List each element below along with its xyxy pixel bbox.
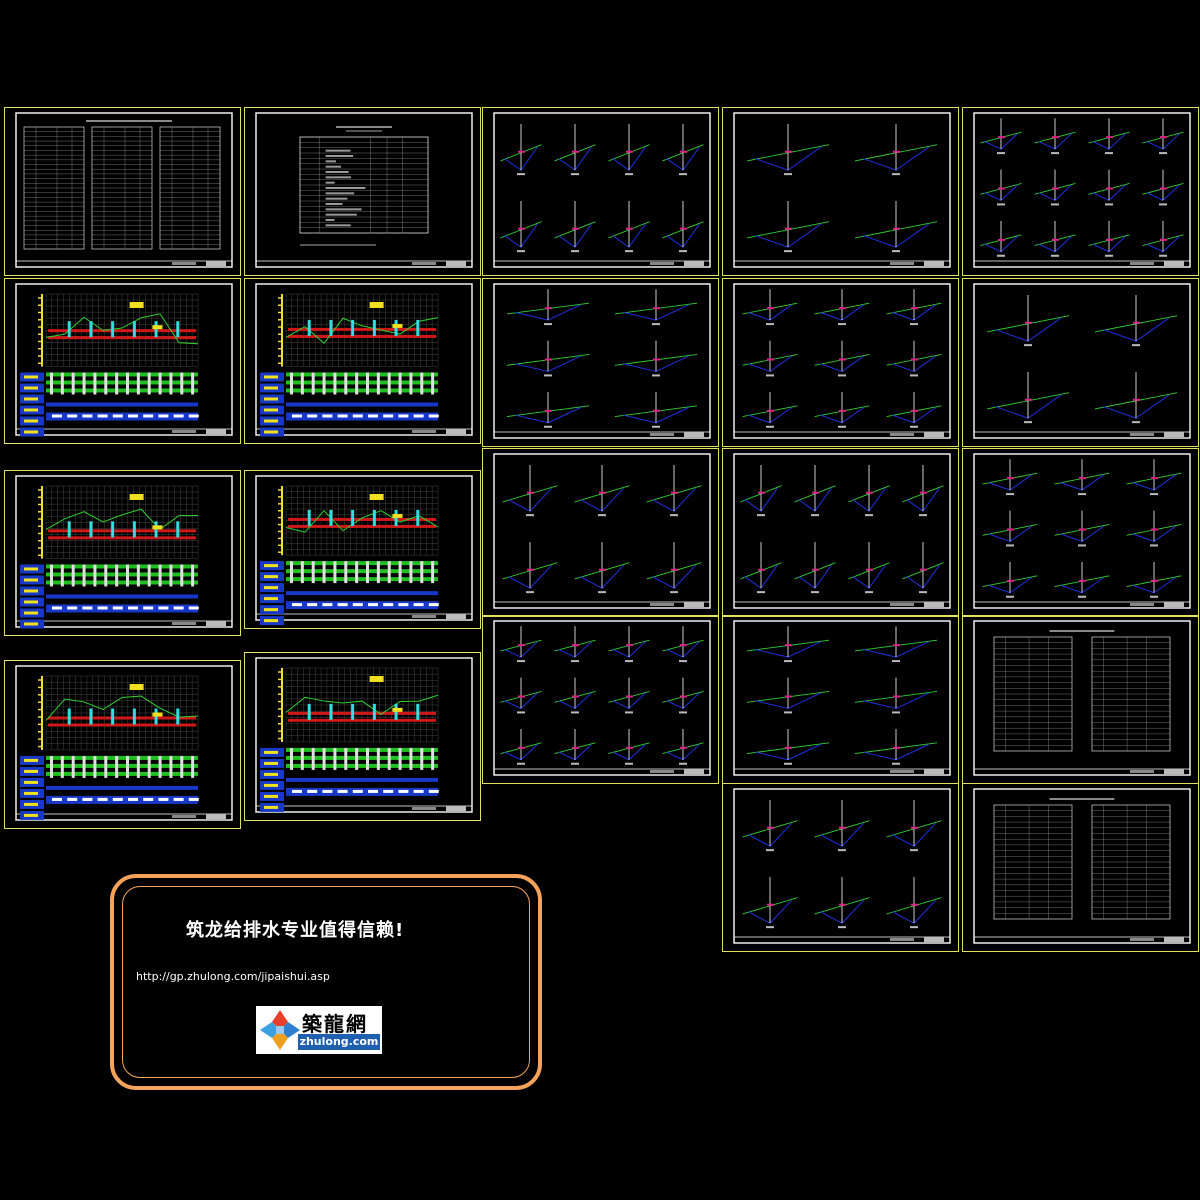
sheet-summary-20 [962, 615, 1199, 784]
sheet-section-17 [962, 107, 1199, 276]
sheet-profile-7 [244, 652, 481, 821]
sheet-profile-4 [4, 470, 241, 636]
sheet-section-11 [482, 615, 719, 784]
logo-name-cn: 築龍網 [302, 1012, 368, 1036]
promo-url-link[interactable]: http://gp.zhulong.com/jipaishui.asp [136, 970, 330, 983]
sheet-section-9 [482, 278, 719, 447]
sheet-section-8 [482, 107, 719, 276]
sheet-section-15 [722, 615, 959, 784]
sheet-section-12 [722, 107, 959, 276]
sheet-profile-2 [4, 278, 241, 444]
sheet-section-10 [482, 448, 719, 617]
sheet-table-0 [4, 107, 241, 276]
promo-banner[interactable]: 筑龙给排水专业值得信赖! http://gp.zhulong.com/jipai… [110, 874, 542, 1090]
sheet-summary-21 [962, 783, 1199, 952]
promo-title: 筑龙给排水专业值得信赖! [186, 920, 405, 941]
sheet-section-19 [962, 448, 1199, 617]
sheet-profile-6 [4, 660, 241, 829]
sheet-profile-5 [244, 470, 481, 629]
sheet-cover-1 [244, 107, 481, 276]
sheet-section-18 [962, 278, 1199, 447]
sheet-section-16 [722, 783, 959, 952]
zhulong-logo[interactable]: 築龍網 zhulong.com [256, 1006, 382, 1054]
logo-name-en: zhulong.com [298, 1034, 380, 1050]
sheet-profile-3 [244, 278, 481, 444]
sheet-section-14 [722, 448, 959, 617]
zhulong-diamond-logo-icon [260, 1010, 300, 1050]
sheet-section-13 [722, 278, 959, 447]
